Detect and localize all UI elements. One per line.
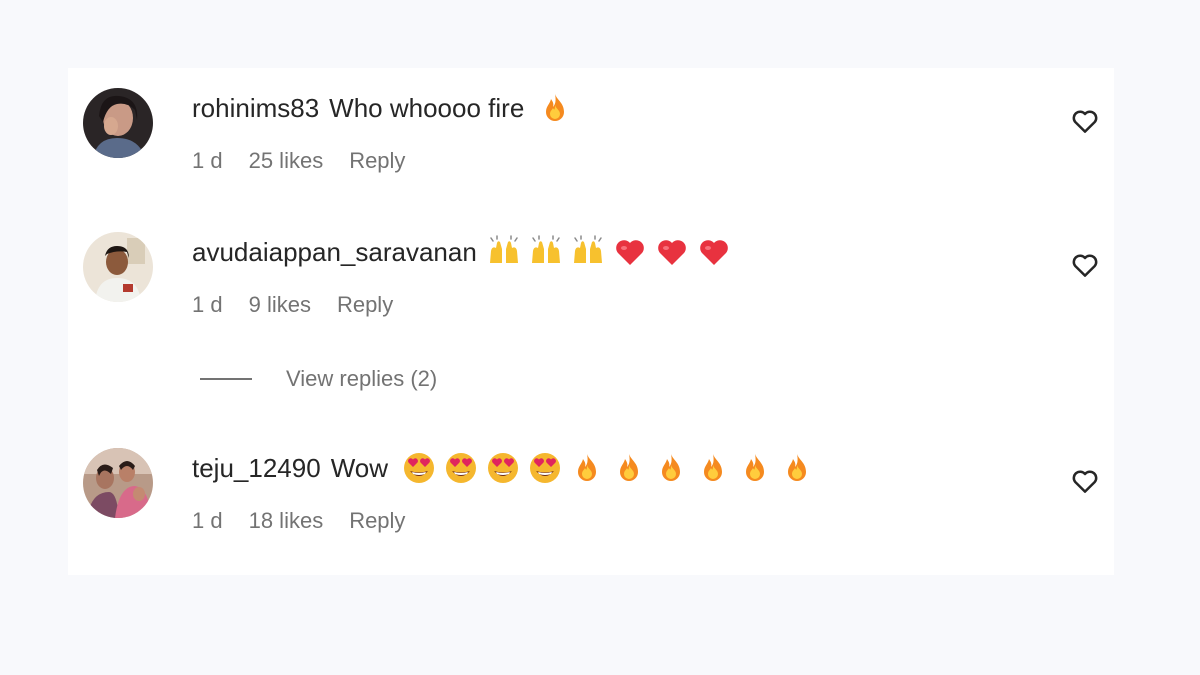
comment-text: Wow [330, 452, 388, 483]
avatar[interactable] [83, 448, 153, 518]
fire-icon [538, 91, 572, 125]
comment-likes[interactable]: 9 likes [249, 292, 311, 318]
heart-eyes-icon [444, 451, 478, 485]
raising-hands-icon [529, 235, 563, 269]
comment-meta: 1 d 9 likes Reply [192, 292, 419, 318]
comment-time: 1 d [192, 148, 223, 173]
fire-icon [570, 451, 604, 485]
view-replies-button[interactable]: View replies (2) [200, 366, 437, 392]
fire-icon [696, 451, 730, 485]
view-replies-label: View replies (2) [286, 366, 438, 391]
fire-icon [654, 451, 688, 485]
raising-hands-icon [487, 235, 521, 269]
heart-eyes-icon [486, 451, 520, 485]
divider-line [200, 378, 252, 380]
heart-eyes-icon [528, 451, 562, 485]
heart-outline-icon [1070, 466, 1100, 496]
comment-time: 1 d [192, 292, 223, 317]
fire-icon [738, 451, 772, 485]
reply-button[interactable]: Reply [337, 292, 393, 318]
comment-username[interactable]: teju_12490 [192, 453, 321, 484]
avatar[interactable] [83, 232, 153, 302]
emoji-row [487, 235, 739, 269]
red-heart-icon [655, 235, 689, 269]
fire-icon [780, 451, 814, 485]
heart-eyes-icon [402, 451, 436, 485]
comment-line: teju_12490 Wow [192, 450, 822, 486]
avatar[interactable] [83, 88, 153, 158]
emoji-row [402, 451, 822, 485]
heart-outline-icon [1070, 106, 1100, 136]
comment-line: avudaiappan_saravanan [192, 234, 739, 270]
comment-likes[interactable]: 25 likes [249, 148, 324, 174]
comment-likes[interactable]: 18 likes [249, 508, 324, 534]
comment-time: 1 d [192, 508, 223, 533]
comment-text: Who whoooo fire [329, 92, 525, 123]
reply-button[interactable]: Reply [349, 148, 405, 174]
comment-line: rohinims83 Who whoooo fire [192, 90, 580, 126]
comments-panel: rohinims83 Who whoooo fire 1 d 25 likes … [68, 68, 1114, 575]
fire-icon [612, 451, 646, 485]
reply-button[interactable]: Reply [349, 508, 405, 534]
emoji-row [538, 91, 580, 125]
comment-username[interactable]: rohinims83 [192, 93, 319, 124]
raising-hands-icon [571, 235, 605, 269]
red-heart-icon [613, 235, 647, 269]
comment-meta: 1 d 25 likes Reply [192, 148, 431, 174]
like-button[interactable] [1070, 466, 1100, 496]
comment-username[interactable]: avudaiappan_saravanan [192, 237, 477, 268]
like-button[interactable] [1070, 250, 1100, 280]
red-heart-icon [697, 235, 731, 269]
heart-outline-icon [1070, 250, 1100, 280]
like-button[interactable] [1070, 106, 1100, 136]
comment-meta: 1 d 18 likes Reply [192, 508, 431, 534]
